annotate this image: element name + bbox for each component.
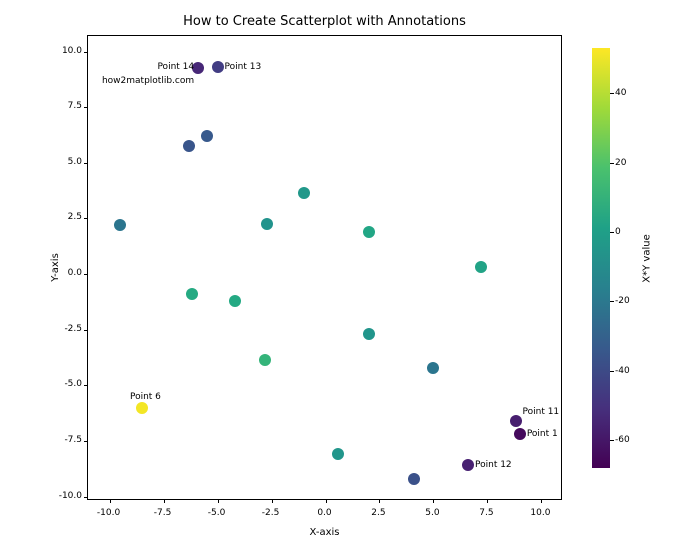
colorbar-tick: -40 — [615, 366, 630, 376]
x-tick: -2.5 — [251, 508, 291, 518]
scatter-point — [298, 187, 310, 199]
annotation: Point 14 — [157, 63, 194, 72]
x-tick: -5.0 — [197, 508, 237, 518]
colorbar-label: X*Y value — [640, 48, 654, 468]
colorbar-tick: 40 — [615, 88, 626, 98]
scatter-point — [462, 459, 474, 471]
y-tick: -10.0 — [47, 491, 82, 501]
x-tick: -7.5 — [143, 508, 183, 518]
scatter-point — [229, 295, 241, 307]
scatter-point — [514, 428, 526, 440]
scatter-point — [427, 362, 439, 374]
scatter-point — [114, 219, 126, 231]
scatter-point — [212, 61, 224, 73]
y-tick: -5.0 — [47, 379, 82, 389]
annotation: Point 1 — [527, 430, 558, 439]
chart-title: How to Create Scatterplot with Annotatio… — [87, 14, 562, 29]
x-tick: -10.0 — [89, 508, 129, 518]
plot-area: Point 14 Point 13 how2matplotlib.com Point … — [87, 35, 562, 500]
x-axis-label: X-axis — [87, 527, 562, 538]
y-tick: -7.5 — [47, 435, 82, 445]
x-tick: 10.0 — [520, 508, 560, 518]
y-tick: 5.0 — [47, 157, 82, 167]
scatter-point — [363, 328, 375, 340]
colorbar — [592, 48, 610, 468]
scatter-point — [201, 130, 213, 142]
scatter-point — [475, 261, 487, 273]
scatter-point — [261, 218, 273, 230]
annotation: Point 13 — [225, 63, 262, 72]
colorbar-tick: -60 — [615, 435, 630, 445]
y-tick: 7.5 — [47, 101, 82, 111]
scatter-point — [183, 140, 195, 152]
annotation: Point 11 — [523, 408, 560, 417]
scatter-point — [186, 288, 198, 300]
y-tick: 2.5 — [47, 212, 82, 222]
y-tick: 0.0 — [47, 268, 82, 278]
x-tick: 2.5 — [358, 508, 398, 518]
colorbar-tick: 20 — [615, 158, 626, 168]
colorbar-tick: -20 — [615, 296, 630, 306]
y-tick: -2.5 — [47, 324, 82, 334]
annotation: Point 12 — [475, 461, 512, 470]
scatter-point — [510, 415, 522, 427]
x-tick: 5.0 — [412, 508, 452, 518]
annotation: how2matplotlib.com — [102, 77, 194, 86]
annotation: Point 6 — [130, 393, 161, 402]
scatter-point — [408, 473, 420, 485]
scatter-point — [136, 402, 148, 414]
x-tick: 0.0 — [305, 508, 345, 518]
scatter-point — [363, 226, 375, 238]
scatter-point — [259, 354, 271, 366]
x-tick: 7.5 — [466, 508, 506, 518]
scatter-point — [332, 448, 344, 460]
colorbar-tick: 0 — [615, 227, 621, 237]
y-tick: 10.0 — [47, 46, 82, 56]
